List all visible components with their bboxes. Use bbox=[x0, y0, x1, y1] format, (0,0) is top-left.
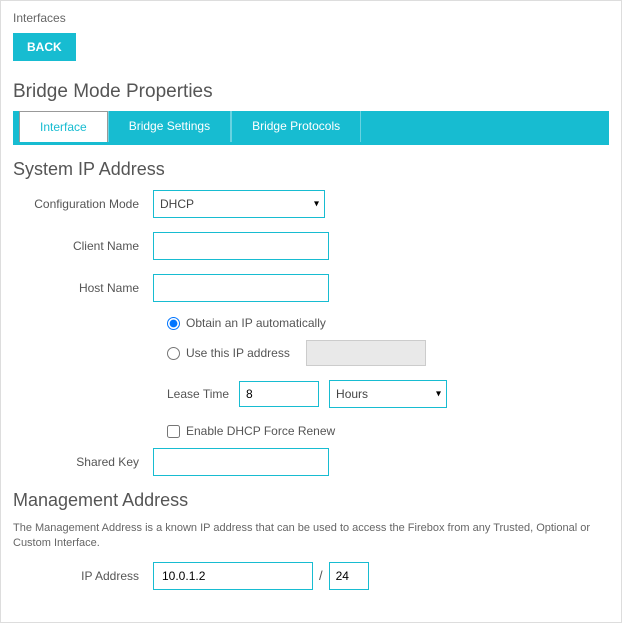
tab-bridge-settings[interactable]: Bridge Settings bbox=[108, 111, 231, 142]
breadcrumb: Interfaces bbox=[13, 11, 609, 25]
client-name-label: Client Name bbox=[13, 239, 153, 253]
section-system-ip-title: System IP Address bbox=[13, 159, 609, 180]
host-name-input[interactable] bbox=[153, 274, 329, 302]
shared-key-label: Shared Key bbox=[13, 455, 153, 469]
use-this-ip-label: Use this IP address bbox=[186, 346, 290, 360]
mgmt-ip-label: IP Address bbox=[13, 569, 153, 583]
back-button[interactable]: BACK bbox=[13, 33, 76, 61]
mgmt-ip-input[interactable] bbox=[153, 562, 313, 590]
enable-force-renew-checkbox[interactable] bbox=[167, 425, 180, 438]
host-name-label: Host Name bbox=[13, 281, 153, 295]
tab-interface[interactable]: Interface bbox=[19, 111, 108, 142]
obtain-ip-radio[interactable] bbox=[167, 317, 180, 330]
page-title: Bridge Mode Properties bbox=[13, 81, 609, 103]
lease-time-input[interactable] bbox=[239, 381, 319, 407]
config-mode-select[interactable]: DHCP bbox=[153, 190, 325, 218]
client-name-input[interactable] bbox=[153, 232, 329, 260]
config-mode-label: Configuration Mode bbox=[13, 197, 153, 211]
tab-bridge-protocols[interactable]: Bridge Protocols bbox=[231, 111, 361, 142]
lease-time-label: Lease Time bbox=[167, 387, 229, 401]
enable-force-renew-label: Enable DHCP Force Renew bbox=[186, 424, 335, 438]
use-this-ip-radio[interactable] bbox=[167, 347, 180, 360]
use-this-ip-input bbox=[306, 340, 426, 366]
lease-time-unit-select[interactable]: Hours bbox=[329, 380, 447, 408]
obtain-ip-label: Obtain an IP automatically bbox=[186, 316, 326, 330]
section-management-title: Management Address bbox=[13, 490, 609, 511]
shared-key-input[interactable] bbox=[153, 448, 329, 476]
tab-bar: Interface Bridge Settings Bridge Protoco… bbox=[13, 111, 609, 145]
management-description: The Management Address is a known IP add… bbox=[13, 521, 609, 552]
cidr-slash: / bbox=[319, 568, 323, 583]
mgmt-cidr-input[interactable] bbox=[329, 562, 369, 590]
